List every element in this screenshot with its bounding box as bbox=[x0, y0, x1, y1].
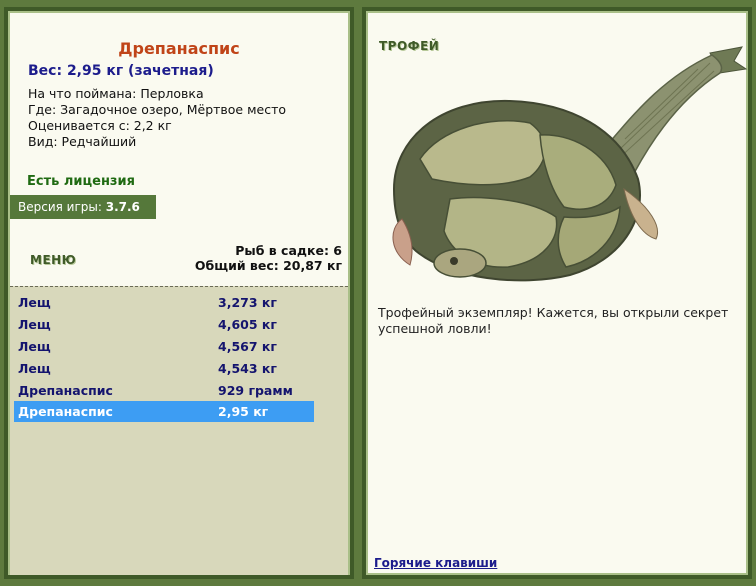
valuation-info: Оценивается с: 2,2 кг bbox=[28, 118, 172, 133]
list-item[interactable]: Лещ 4,605 кг bbox=[14, 314, 314, 335]
cage-fish-count: Рыб в садке: 6 bbox=[235, 243, 342, 258]
list-item-selected[interactable]: Дрепанаспис 2,95 кг bbox=[14, 401, 314, 422]
list-item-weight: 4,605 кг bbox=[218, 317, 277, 332]
game-version: Версия игры: 3.7.6 bbox=[10, 195, 156, 219]
list-item-weight: 929 грамм bbox=[218, 383, 293, 398]
hotkeys-link[interactable]: Горячие клавиши bbox=[374, 556, 497, 570]
cage-total-weight: Общий вес: 20,87 кг bbox=[194, 258, 342, 273]
caught-fish-list: Лещ 3,273 кг Лещ 4,605 кг Лещ 4,567 кг Л… bbox=[10, 286, 348, 575]
list-item-weight: 4,567 кг bbox=[218, 339, 277, 354]
fish-name-title: Дрепанаспис bbox=[118, 39, 240, 58]
list-item[interactable]: Лещ 4,543 кг bbox=[14, 358, 314, 379]
rarity-info: Вид: Редчайший bbox=[28, 134, 137, 149]
trophy-panel: ТРОФЕЙ Трофейный экземпляр! Кажется, вы … bbox=[362, 7, 752, 579]
list-item[interactable]: Лещ 3,273 кг bbox=[14, 292, 314, 313]
trophy-message: Трофейный экземпляр! Кажется, вы открыли… bbox=[378, 305, 729, 336]
bait-info: На что поймана: Перловка bbox=[28, 86, 204, 101]
drepanaspis-fish-image bbox=[392, 46, 748, 282]
fish-weight: Вес: 2,95 кг (зачетная) bbox=[28, 63, 214, 79]
list-item-weight: 2,95 кг bbox=[218, 404, 269, 419]
list-item-weight: 4,543 кг bbox=[218, 361, 277, 376]
list-item-name: Лещ bbox=[18, 361, 51, 376]
fish-info-panel: Дрепанаспис Вес: 2,95 кг (зачетная) На ч… bbox=[4, 7, 354, 579]
list-item-weight: 3,273 кг bbox=[218, 295, 277, 310]
list-item-name: Дрепанаспис bbox=[18, 404, 113, 419]
version-label: Версия игры: bbox=[18, 200, 102, 214]
list-item-name: Лещ bbox=[18, 295, 51, 310]
location-info: Где: Загадочное озеро, Мёртвое место bbox=[28, 102, 287, 117]
list-item-name: Дрепанаспис bbox=[18, 383, 113, 398]
list-item[interactable]: Лещ 4,567 кг bbox=[14, 336, 314, 357]
list-item-name: Лещ bbox=[18, 339, 51, 354]
version-value: 3.7.6 bbox=[105, 200, 140, 214]
menu-button[interactable]: МЕНЮ bbox=[30, 253, 76, 267]
license-status: Есть лицензия bbox=[27, 174, 135, 189]
list-item[interactable]: Дрепанаспис 929 грамм bbox=[14, 380, 314, 401]
list-item-name: Лещ bbox=[18, 317, 51, 332]
